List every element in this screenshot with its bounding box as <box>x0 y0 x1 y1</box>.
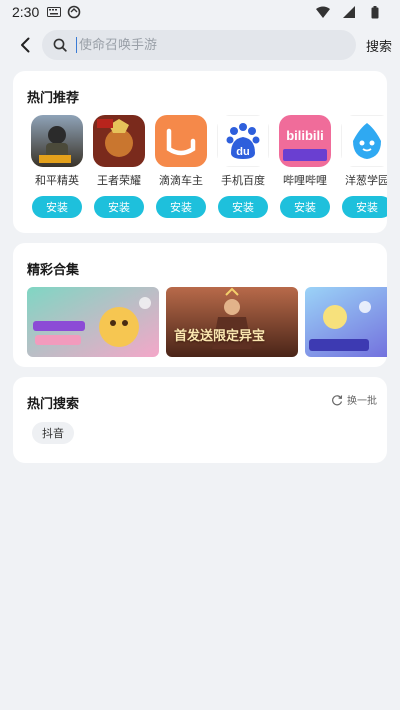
status-bar: 2:30 <box>0 0 400 24</box>
app-name: 王者荣耀 <box>97 174 141 187</box>
install-button[interactable]: 安装 <box>32 196 82 218</box>
back-arrow-icon <box>21 37 30 53</box>
app-item-bilibili[interactable]: bilibili 哔哩哔哩 安装 <box>274 115 336 225</box>
apps-row: 和平精英 安装 王者荣耀 安装 滴滴车主 安装 du 手机百度 安装 bilib… <box>26 115 387 225</box>
app-item-pubg[interactable]: 和平精英 安装 <box>26 115 88 225</box>
signal-icon <box>342 5 356 19</box>
app-name: 和平精英 <box>35 174 79 187</box>
warrior-game-banner[interactable]: 首发送限定异宝 <box>166 287 298 357</box>
collection-title: 精彩合集 <box>27 263 80 278</box>
app-name: 手机百度 <box>221 174 265 187</box>
battery-icon <box>368 5 382 19</box>
install-button[interactable]: 安装 <box>94 196 144 218</box>
hot-search-chip[interactable]: 抖音 <box>32 422 74 444</box>
app-item-didi[interactable]: 滴滴车主 安装 <box>150 115 212 225</box>
candy-game-banner[interactable] <box>27 287 159 357</box>
app-name: 哔哩哔哩 <box>283 174 327 187</box>
sync-icon <box>67 5 81 19</box>
search-icon <box>52 37 68 53</box>
app-name: 洋葱学园 <box>345 174 387 187</box>
app-item-honor-of-kings[interactable]: 王者荣耀 安装 <box>88 115 150 225</box>
refresh-label: 换一批 <box>347 396 377 407</box>
baidu-icon: du <box>217 115 269 167</box>
collection-card: 精彩合集 首发送限定异宝 <box>13 243 387 367</box>
hot-search-title: 热门搜索 <box>27 397 80 412</box>
recommend-title: 热门推荐 <box>27 91 80 106</box>
bilibili-icon: bilibili <box>279 115 331 167</box>
onion-academy-icon <box>341 115 387 167</box>
svg-text:bilibili: bilibili <box>286 128 324 143</box>
search-input[interactable] <box>76 37 316 53</box>
honor-of-kings-icon <box>93 115 145 167</box>
install-button[interactable]: 安装 <box>342 196 387 218</box>
app-name: 滴滴车主 <box>159 174 203 187</box>
keyboard-icon <box>47 5 62 19</box>
search-button[interactable]: 搜索 <box>366 36 392 55</box>
hot-search-card: 热门搜索 换一批 抖音 <box>13 377 387 463</box>
wifi-icon <box>316 5 330 19</box>
app-item-baidu[interactable]: du 手机百度 安装 <box>212 115 274 225</box>
didi-icon <box>155 115 207 167</box>
banner-row: 首发送限定异宝 <box>27 287 387 357</box>
fantasy-game-banner[interactable] <box>305 287 387 357</box>
svg-text:du: du <box>236 146 249 158</box>
install-button[interactable]: 安装 <box>280 196 330 218</box>
search-box[interactable] <box>42 30 356 60</box>
install-button[interactable]: 安装 <box>218 196 268 218</box>
pubg-icon <box>31 115 83 167</box>
refresh-icon <box>332 394 343 405</box>
install-button[interactable]: 安装 <box>156 196 206 218</box>
status-time: 2:30 <box>12 4 40 20</box>
app-item-onion-academy[interactable]: 洋葱学园 安装 <box>336 115 387 225</box>
top-bar: 搜索 <box>0 28 400 62</box>
warrior-banner-text: 首发送限定异宝 <box>174 329 266 344</box>
refresh-button[interactable]: 换一批 <box>331 392 377 407</box>
recommend-card: 热门推荐 和平精英 安装 王者荣耀 安装 滴滴车主 安装 du 手机百度 安装 … <box>13 71 387 233</box>
back-button[interactable] <box>14 28 36 62</box>
